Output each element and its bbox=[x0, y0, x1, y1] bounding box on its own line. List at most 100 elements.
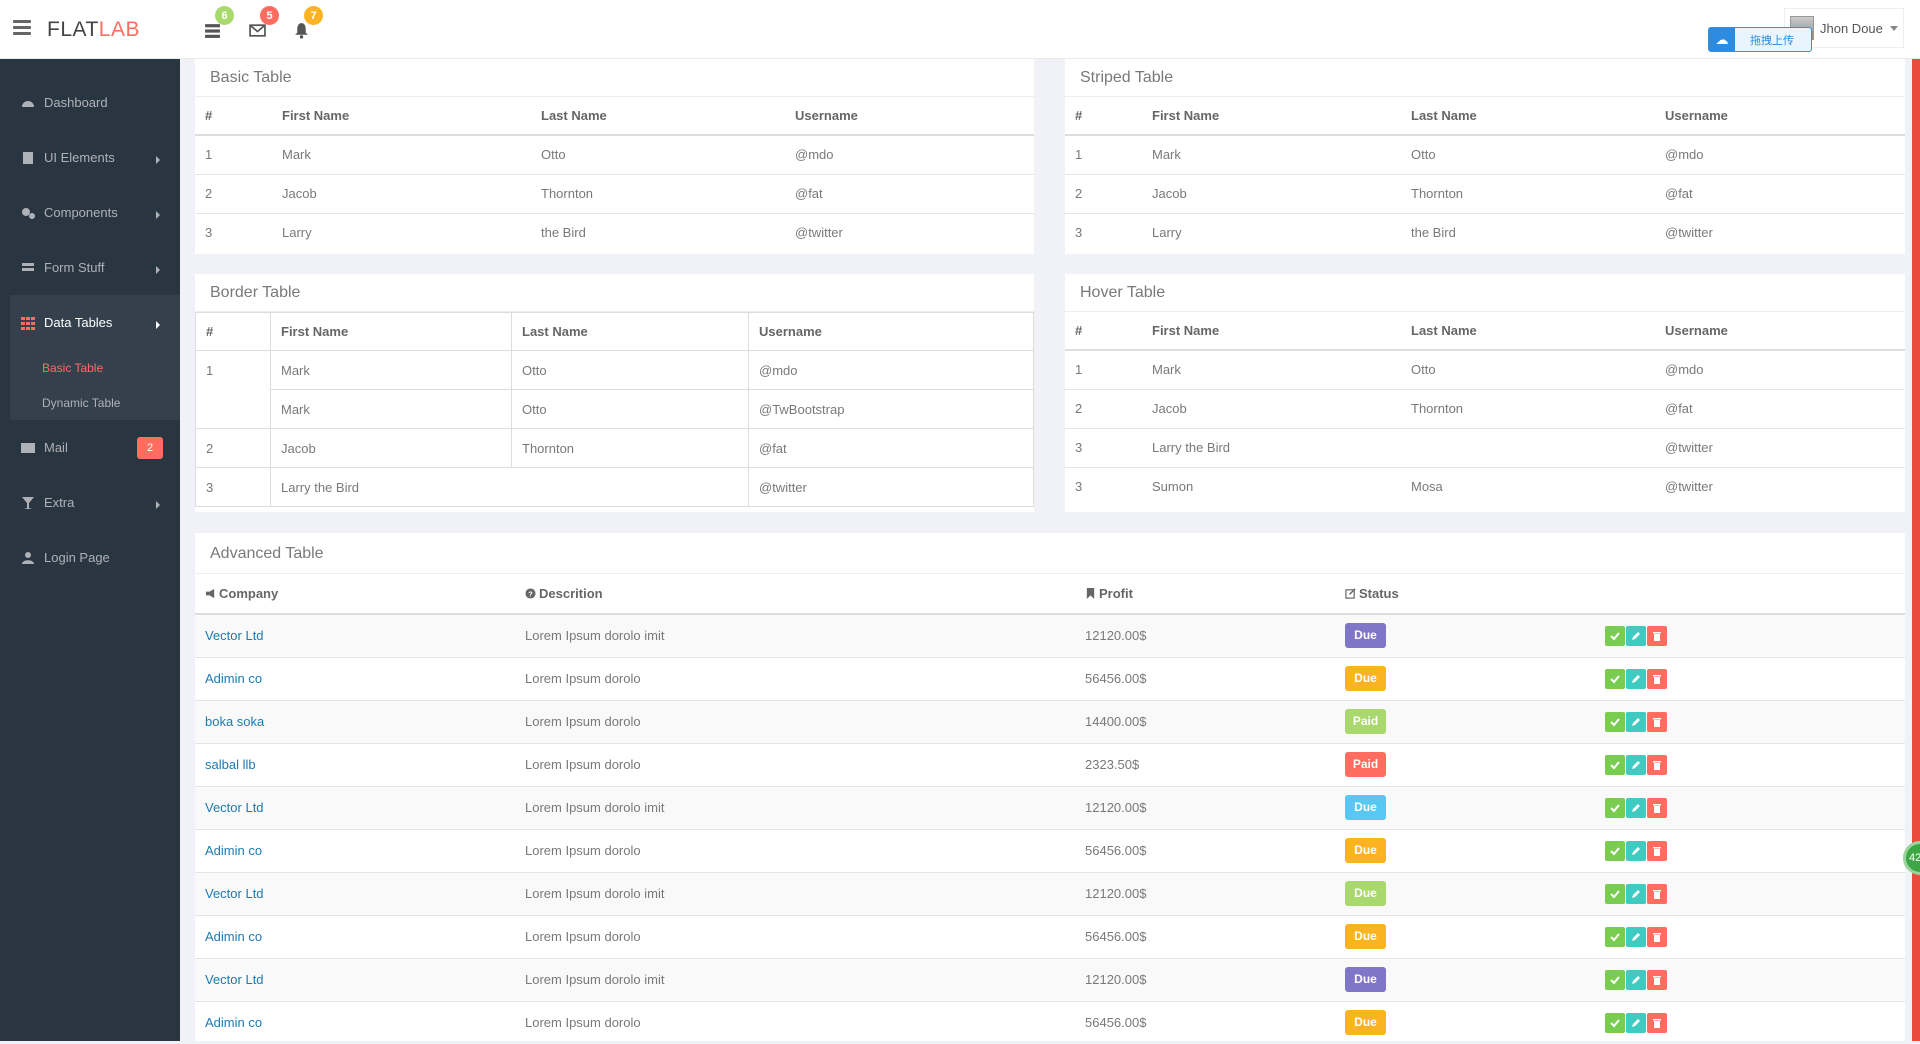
header-label: Descrition bbox=[539, 586, 603, 601]
alerts-notification-button[interactable]: 7 bbox=[288, 6, 323, 43]
approve-button[interactable] bbox=[1605, 840, 1625, 861]
profit-cell: 12120.00$ bbox=[1075, 871, 1335, 915]
delete-button[interactable] bbox=[1647, 926, 1667, 947]
company-link[interactable]: Adimin co bbox=[205, 843, 262, 858]
edit-button[interactable] bbox=[1626, 711, 1646, 732]
company-link[interactable]: Vector Ltd bbox=[205, 972, 264, 987]
table-row: 3 Larry the Bird @twitter bbox=[195, 212, 1034, 252]
company-link[interactable]: salbal llb bbox=[205, 757, 256, 772]
sidebar-item-login-page[interactable]: Login Page bbox=[0, 530, 180, 585]
check-icon bbox=[1610, 889, 1620, 898]
cell: Jacob bbox=[1142, 173, 1401, 213]
delete-button[interactable] bbox=[1647, 883, 1667, 904]
delete-button[interactable] bbox=[1647, 1012, 1667, 1033]
delete-button[interactable] bbox=[1647, 840, 1667, 861]
edit-button[interactable] bbox=[1626, 969, 1646, 990]
pencil-icon bbox=[1632, 760, 1640, 769]
bookmark-icon bbox=[1086, 588, 1095, 599]
mail-notification-button[interactable]: 5 bbox=[244, 6, 279, 43]
delete-button[interactable] bbox=[1647, 711, 1667, 732]
approve-button[interactable] bbox=[1605, 754, 1625, 775]
column-header: First Name bbox=[1142, 97, 1401, 136]
approve-button[interactable] bbox=[1605, 926, 1625, 947]
table-row[interactable]: 3 Larry the Bird @twitter bbox=[1065, 427, 1905, 467]
edit-button[interactable] bbox=[1626, 926, 1646, 947]
delete-button[interactable] bbox=[1647, 754, 1667, 775]
company-cell: salbal llb bbox=[195, 742, 515, 786]
table-row[interactable]: 3 Sumon Mosa @twitter bbox=[1065, 466, 1905, 506]
sidebar-item-components[interactable]: Components bbox=[0, 185, 180, 240]
company-link[interactable]: Vector Ltd bbox=[205, 800, 264, 815]
sidebar-item-form-stuff[interactable]: Form Stuff bbox=[0, 240, 180, 295]
delete-button[interactable] bbox=[1647, 797, 1667, 818]
sidebar-item-mail[interactable]: Mail 2 bbox=[0, 420, 180, 475]
edit-button[interactable] bbox=[1626, 668, 1646, 689]
tasks-notification-button[interactable]: 6 bbox=[199, 6, 234, 43]
trash-icon bbox=[1653, 846, 1661, 856]
profit-cell: 2323.50$ bbox=[1075, 742, 1335, 786]
table-row[interactable]: 1 Mark Otto @mdo bbox=[1065, 349, 1905, 389]
column-header: Last Name bbox=[1401, 97, 1655, 136]
company-link[interactable]: Adimin co bbox=[205, 671, 262, 686]
sidebar-item-data-tables[interactable]: Data Tables bbox=[10, 295, 180, 350]
cell: Larry bbox=[1142, 212, 1401, 252]
alerts-count-badge: 7 bbox=[304, 6, 323, 25]
envelope-icon bbox=[248, 23, 266, 37]
floating-widget[interactable]: 42 bbox=[1903, 841, 1920, 875]
envelope-icon bbox=[20, 441, 36, 455]
company-cell: Adimin co bbox=[195, 828, 515, 872]
edit-button[interactable] bbox=[1626, 840, 1646, 861]
approve-button[interactable] bbox=[1605, 797, 1625, 818]
edit-button[interactable] bbox=[1626, 797, 1646, 818]
cell: Jacob bbox=[1142, 388, 1401, 428]
sidebar-item-extra[interactable]: Extra bbox=[0, 475, 180, 530]
cell: Otto bbox=[1401, 134, 1655, 174]
status-badge: Paid bbox=[1345, 752, 1386, 777]
approve-button[interactable] bbox=[1605, 883, 1625, 904]
company-link[interactable]: Adimin co bbox=[205, 1015, 262, 1030]
description-cell: Lorem Ipsum dorolo bbox=[515, 914, 1075, 958]
profit-cell: 56456.00$ bbox=[1075, 656, 1335, 700]
company-link[interactable]: Adimin co bbox=[205, 929, 262, 944]
company-link[interactable]: boka soka bbox=[205, 714, 264, 729]
sidebar-item-ui-elements[interactable]: UI Elements bbox=[0, 130, 180, 185]
header-label: Company bbox=[219, 586, 279, 601]
cell: @fat bbox=[785, 173, 1034, 213]
delete-button[interactable] bbox=[1647, 969, 1667, 990]
approve-button[interactable] bbox=[1605, 668, 1625, 689]
edit-button[interactable] bbox=[1626, 883, 1646, 904]
approve-button[interactable] bbox=[1605, 711, 1625, 732]
table-row[interactable]: 2 Jacob Thornton @fat bbox=[1065, 388, 1905, 428]
cell: Mark bbox=[270, 389, 512, 429]
table-row: Vector Ltd Lorem Ipsum dorolo imit 12120… bbox=[195, 785, 1905, 829]
company-link[interactable]: Vector Ltd bbox=[205, 628, 264, 643]
check-icon bbox=[1610, 674, 1620, 683]
edit-button[interactable] bbox=[1626, 1012, 1646, 1033]
cell: 2 bbox=[195, 173, 272, 213]
profit-cell: 12120.00$ bbox=[1075, 785, 1335, 829]
edit-button[interactable] bbox=[1626, 754, 1646, 775]
company-link[interactable]: Vector Ltd bbox=[205, 886, 264, 901]
sidebar-item-label: Extra bbox=[44, 495, 75, 510]
cell: Larry the Bird bbox=[270, 467, 749, 507]
sidebar-item-dashboard[interactable]: Dashboard bbox=[0, 75, 180, 130]
status-badge: Due bbox=[1345, 967, 1386, 992]
approve-button[interactable] bbox=[1605, 1012, 1625, 1033]
pencil-icon bbox=[1632, 631, 1640, 640]
sidebar-item-label: UI Elements bbox=[44, 150, 115, 165]
menu-toggle-icon[interactable] bbox=[13, 20, 31, 36]
sidebar-subitem-dynamic-table[interactable]: Dynamic Table bbox=[10, 385, 180, 420]
delete-button[interactable] bbox=[1647, 668, 1667, 689]
pencil-icon bbox=[1632, 889, 1640, 898]
description-cell: Lorem Ipsum dorolo bbox=[515, 1000, 1075, 1044]
pencil-icon bbox=[1632, 717, 1640, 726]
edit-button[interactable] bbox=[1626, 625, 1646, 646]
approve-button[interactable] bbox=[1605, 969, 1625, 990]
sidebar-subitem-basic-table[interactable]: Basic Table bbox=[10, 350, 180, 385]
column-header: First Name bbox=[1142, 312, 1401, 351]
delete-button[interactable] bbox=[1647, 625, 1667, 646]
logo[interactable]: FLATLAB bbox=[47, 18, 140, 42]
cell: @fat bbox=[1655, 388, 1905, 428]
upload-button[interactable]: ☁ 拖拽上传 bbox=[1708, 27, 1812, 52]
approve-button[interactable] bbox=[1605, 625, 1625, 646]
